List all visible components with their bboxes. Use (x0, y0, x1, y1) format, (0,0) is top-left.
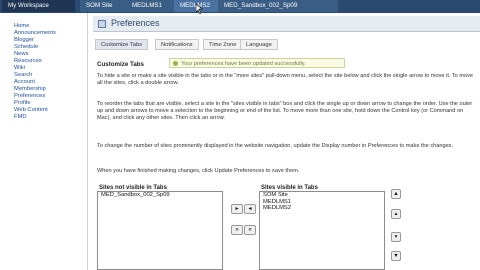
sub-tabs: Customize Tabs Notifications Time Zone L… (95, 39, 475, 50)
move-right-button[interactable]: ▸ (231, 204, 243, 214)
tab-customize-tabs[interactable]: Customize Tabs (95, 39, 149, 50)
sites-not-visible-list[interactable]: MED_Sandbox_002_Sp09 (97, 191, 223, 270)
move-left-button[interactable]: ◂ (244, 204, 256, 214)
sidebar: Home Announcements Blogger Schedule News… (0, 13, 88, 270)
tab-language[interactable]: Language (240, 39, 278, 50)
main-content: Preferences Customize Tabs Notifications… (89, 13, 480, 270)
sidebar-item-schedule[interactable]: Schedule (14, 44, 56, 51)
list-item[interactable]: MEDLMS2 (260, 205, 384, 212)
top-tab-bar: My Workspace SOM Site MEDLMS1 MEDLMS2 ME… (0, 0, 480, 13)
sites-visible-list[interactable]: SOM Site MEDLMS1 MEDLMS2 (259, 191, 385, 270)
tab-time-zone[interactable]: Time Zone (203, 39, 243, 50)
title-bar: Preferences (93, 16, 480, 32)
instructions-paragraph-3: To change the number of sites prominentl… (97, 143, 454, 149)
move-down-button[interactable]: ▾ (391, 232, 401, 242)
sidebar-item-account[interactable]: Account (14, 79, 56, 86)
sidebar-item-search[interactable]: Search (14, 72, 56, 79)
sidebar-item-web-content[interactable]: Web Content (14, 107, 56, 114)
sidebar-item-news[interactable]: News (14, 51, 56, 58)
instructions-paragraph-4: When you have finished making changes, c… (97, 168, 300, 174)
move-to-bottom-button[interactable]: ▼ (391, 251, 401, 261)
page-icon (98, 20, 106, 28)
tab-my-workspace[interactable]: My Workspace (2, 0, 75, 12)
tab-notifications[interactable]: Notifications (155, 39, 199, 50)
sidebar-item-announcements[interactable]: Announcements (14, 30, 56, 37)
sidebar-item-preferences[interactable]: Preferences (14, 93, 56, 100)
page-title: Preferences (111, 18, 160, 28)
sidebar-item-membership[interactable]: Membership (14, 86, 56, 93)
move-up-button[interactable]: ▴ (391, 209, 401, 219)
sidebar-list: Home Announcements Blogger Schedule News… (14, 23, 56, 121)
notice-text: Your preferences have been updated succe… (181, 61, 306, 67)
info-icon (173, 61, 178, 67)
move-all-right-button[interactable]: » (231, 225, 243, 235)
instructions-paragraph-1: To hide a site or make a site visible in… (97, 73, 474, 86)
move-all-left-button[interactable]: « (244, 225, 256, 235)
sidebar-item-wiki[interactable]: Wiki (14, 65, 56, 72)
sidebar-item-profile[interactable]: Profile (14, 100, 56, 107)
sidebar-item-blogger[interactable]: Blogger (14, 37, 56, 44)
list-item[interactable]: MED_Sandbox_002_Sp09 (98, 192, 222, 199)
tab-medlms1[interactable]: MEDLMS1 (126, 0, 174, 12)
instructions-paragraph-2: To reorder the tabs that are visible, se… (97, 101, 473, 121)
section-heading: Customize Tabs (97, 61, 144, 68)
tab-med-sandbox[interactable]: MED_Sandbox_002_Sp09 (218, 0, 338, 12)
sidebar-item-fmd[interactable]: FMD (14, 114, 56, 121)
sidebar-item-resources[interactable]: Resources (14, 58, 56, 65)
move-to-top-button[interactable]: ▲ (391, 189, 401, 199)
success-notice: Your preferences have been updated succe… (169, 58, 345, 68)
sidebar-item-home[interactable]: Home (14, 23, 56, 30)
